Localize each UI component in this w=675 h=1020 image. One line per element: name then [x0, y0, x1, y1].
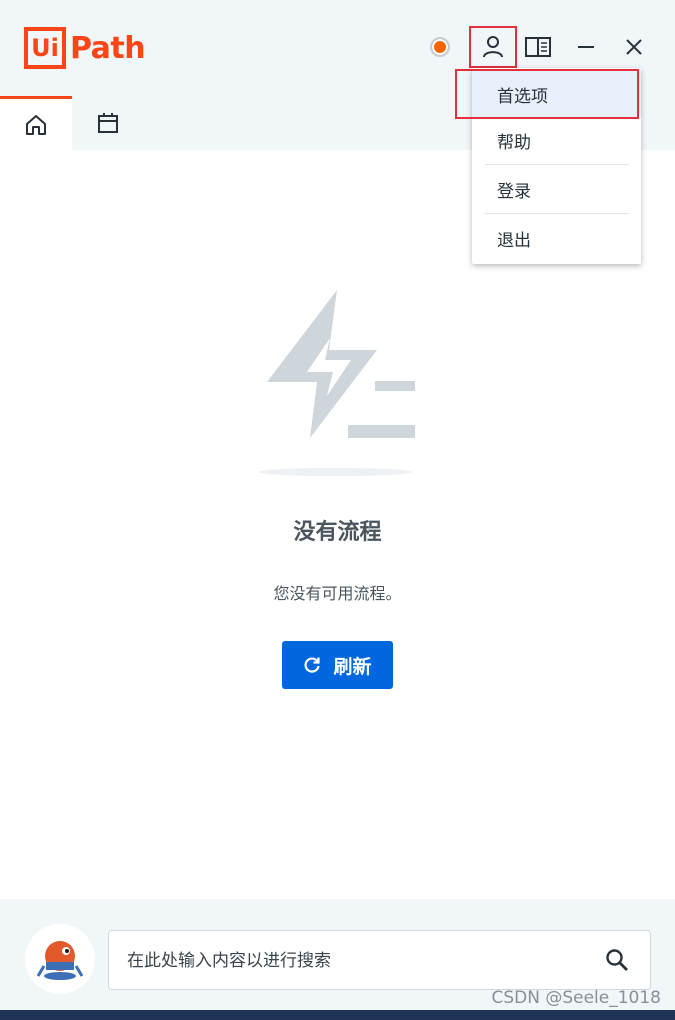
close-button[interactable] — [616, 28, 652, 66]
calendar-icon — [98, 113, 118, 133]
search-input[interactable] — [125, 931, 599, 991]
user-icon — [483, 36, 503, 58]
logo-text: Path — [70, 30, 146, 66]
refresh-icon — [303, 656, 321, 674]
panel-icon — [525, 37, 551, 57]
menu-item-exit[interactable]: 退出 — [472, 214, 641, 262]
refresh-label: 刷新 — [333, 655, 372, 678]
lightning-icon — [258, 290, 415, 476]
tab-calendar[interactable] — [72, 96, 144, 150]
search-box — [108, 930, 651, 991]
panel-toggle-button[interactable] — [520, 28, 556, 66]
refresh-button[interactable]: 刷新 — [282, 641, 393, 689]
status-indicator[interactable] — [430, 37, 450, 57]
menu-item-help[interactable]: 帮助 — [472, 116, 641, 164]
close-icon — [626, 39, 642, 55]
menu-item-login[interactable]: 登录 — [472, 165, 641, 213]
search-icon — [606, 949, 628, 971]
minimize-button[interactable] — [568, 28, 604, 66]
empty-state-title: 没有流程 — [293, 520, 382, 545]
search-button[interactable] — [605, 948, 629, 976]
assistant-avatar[interactable] — [25, 924, 95, 994]
logo-box: Ui — [24, 27, 66, 69]
minimize-icon — [578, 46, 594, 48]
empty-state-description: 您没有可用流程。 — [273, 584, 402, 603]
robot-mascot-icon — [36, 941, 84, 980]
tab-home[interactable] — [0, 96, 72, 150]
bottom-strip — [0, 1010, 675, 1020]
watermark: CSDN @Seele_1018 — [491, 988, 661, 1008]
uipath-logo: Ui Path — [24, 24, 146, 72]
home-icon — [26, 114, 46, 135]
highlight-box — [455, 69, 639, 119]
empty-state-illustration — [255, 288, 420, 480]
user-button[interactable] — [469, 26, 517, 68]
